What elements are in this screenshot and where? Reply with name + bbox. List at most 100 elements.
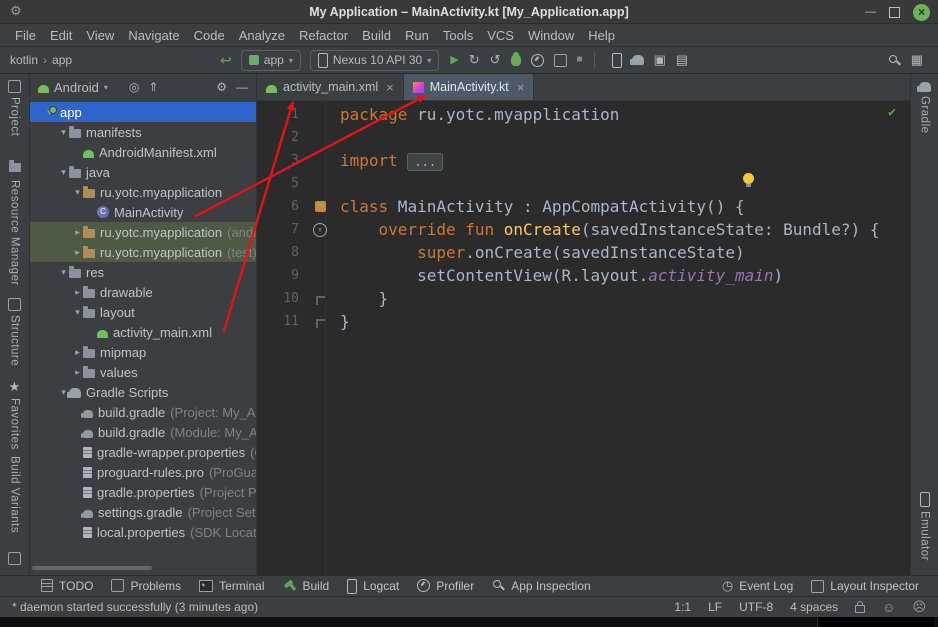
apply-code-changes-icon[interactable]: ↺ — [490, 53, 501, 67]
run-icon[interactable]: ▶ — [450, 53, 458, 67]
close-icon[interactable]: × — [386, 80, 394, 95]
stop-icon[interactable]: ■ — [577, 53, 583, 67]
class-gutter-icon[interactable] — [315, 201, 326, 212]
bottom-tool-logcat[interactable]: Logcat — [338, 579, 408, 594]
titlebar-gear-icon[interactable]: ⚙ — [10, 3, 22, 19]
hide-icon[interactable]: — — [236, 80, 248, 94]
bottom-tool-terminal[interactable]: Terminal — [190, 579, 273, 593]
back-arrow-icon[interactable]: ↩ — [220, 52, 232, 69]
debug-icon[interactable] — [511, 54, 521, 66]
horizontal-scrollbar[interactable] — [32, 566, 152, 570]
sdk-manager-icon[interactable]: ▣ — [654, 53, 666, 67]
tree-item-build-gradle[interactable]: build.gradle(Project: My_Application) — [30, 402, 256, 422]
attach-debugger-icon[interactable] — [554, 54, 567, 67]
tree-item-ru-yotc-myapplication[interactable]: ▸ru.yotc.myapplication(androidTest) — [30, 222, 256, 242]
emoji-happy-icon[interactable]: ☺ — [882, 600, 895, 615]
tree-item-drawable[interactable]: ▸drawable — [30, 282, 256, 302]
tool-window-structure[interactable]: Structure — [0, 298, 29, 366]
tree-item-mipmap[interactable]: ▸mipmap — [30, 342, 256, 362]
bottom-tool-layout-inspector[interactable]: Layout Inspector — [802, 579, 928, 593]
tool-window-resource-manager[interactable]: Resource Manager — [0, 180, 29, 286]
search-icon[interactable] — [888, 54, 901, 67]
bottom-tool-problems[interactable]: Problems — [102, 579, 190, 593]
breadcrumb-app[interactable]: app — [52, 53, 72, 67]
tool-window-project[interactable]: Project — [0, 80, 29, 136]
apply-changes-icon[interactable]: ↻ — [469, 53, 480, 67]
collapsed-arrow-icon[interactable]: ▸ — [72, 347, 83, 358]
locate-icon[interactable]: ◎ — [129, 80, 139, 94]
tree-item-androidmanifest-xml[interactable]: AndroidManifest.xml — [30, 142, 256, 162]
encoding-indicator[interactable]: UTF-8 — [739, 600, 773, 614]
close-button[interactable]: × — [913, 4, 930, 21]
collapsed-arrow-icon[interactable]: ▸ — [72, 367, 83, 378]
tree-item-manifests[interactable]: ▾manifests — [30, 122, 256, 142]
menu-file[interactable]: File — [8, 26, 43, 45]
collapsed-arrow-icon[interactable]: ▸ — [72, 227, 83, 238]
gradle-sync-icon[interactable] — [632, 55, 644, 65]
tree-item-gradle-wrapper-properties[interactable]: gradle-wrapper.properties(Gradle Version… — [30, 442, 256, 462]
expanded-arrow-icon[interactable]: ▾ — [72, 307, 83, 318]
tool-window-gradle[interactable]: Gradle — [911, 80, 938, 134]
menu-edit[interactable]: Edit — [43, 26, 79, 45]
tree-item-ru-yotc-myapplication[interactable]: ▾ru.yotc.myapplication — [30, 182, 256, 202]
menu-run[interactable]: Run — [398, 26, 436, 45]
tree-item-activity-main-xml[interactable]: activity_main.xml — [30, 322, 256, 342]
menu-tools[interactable]: Tools — [436, 26, 480, 45]
tree-item-app[interactable]: ▾app — [30, 102, 256, 122]
tree-item-layout[interactable]: ▾layout — [30, 302, 256, 322]
settings-icon[interactable]: ⚙ — [216, 80, 227, 94]
menu-vcs[interactable]: VCS — [480, 26, 521, 45]
menu-help[interactable]: Help — [581, 26, 622, 45]
tree-item-res[interactable]: ▾res — [30, 262, 256, 282]
tool-window-commander[interactable] — [0, 160, 29, 172]
tree-item-gradle-properties[interactable]: gradle.properties(Project Properties) — [30, 482, 256, 502]
expanded-arrow-icon[interactable]: ▾ — [72, 187, 83, 198]
caret-position[interactable]: 1:1 — [674, 600, 691, 614]
maximize-button[interactable] — [889, 7, 900, 18]
code-editor[interactable]: 1package ru.yotc.myapplication23import .… — [257, 101, 910, 575]
fold-marker-icon[interactable] — [316, 296, 325, 305]
bottom-tool-build[interactable]: Build — [274, 579, 339, 593]
tool-window-favorites[interactable]: ★ Favorites — [0, 380, 29, 450]
tree-item-ru-yotc-myapplication[interactable]: ▸ru.yotc.myapplication(test) — [30, 242, 256, 262]
profiler-icon[interactable] — [531, 54, 544, 67]
menu-view[interactable]: View — [79, 26, 121, 45]
menu-code[interactable]: Code — [187, 26, 232, 45]
tool-window-build-variants[interactable]: Build Variants — [0, 456, 29, 533]
expanded-arrow-icon[interactable]: ▾ — [58, 267, 69, 278]
minimize-button[interactable]: — — [865, 7, 876, 17]
bottom-tool-event-log[interactable]: ◷Event Log — [713, 579, 802, 593]
tree-item-values[interactable]: ▸values — [30, 362, 256, 382]
tree-item-proguard-rules-pro[interactable]: proguard-rules.pro(ProGuard Rules for ap… — [30, 462, 256, 482]
run-config-selector[interactable]: app ▾ — [241, 50, 301, 71]
collapsed-arrow-icon[interactable]: ▸ — [72, 247, 83, 258]
override-gutter-icon[interactable]: ↑ — [313, 223, 327, 237]
project-view-selector[interactable]: Android — [54, 80, 99, 95]
tree-item-gradle-scripts[interactable]: ▾Gradle Scripts — [30, 382, 256, 402]
indent-indicator[interactable]: 4 spaces — [790, 600, 838, 614]
device-manager-icon[interactable] — [612, 53, 622, 68]
device-selector[interactable]: Nexus 10 API 30 ▾ — [310, 50, 439, 71]
menu-refactor[interactable]: Refactor — [292, 26, 355, 45]
tab-activity-main-xml[interactable]: activity_main.xml× — [257, 74, 404, 100]
lock-icon[interactable] — [855, 605, 865, 613]
expanded-arrow-icon[interactable]: ▾ — [58, 167, 69, 178]
tool-window-emulator[interactable]: Emulator — [911, 492, 938, 561]
fold-marker-icon[interactable] — [316, 319, 325, 328]
expanded-arrow-icon[interactable]: ▾ — [58, 127, 69, 138]
bottom-tool-app-inspection[interactable]: App Inspection — [483, 579, 599, 593]
emoji-sad-icon[interactable]: ☹ — [912, 599, 926, 615]
menu-build[interactable]: Build — [355, 26, 398, 45]
tab-mainactivity-kt[interactable]: MainActivity.kt× — [404, 74, 535, 100]
tool-window-layers[interactable] — [0, 552, 29, 565]
line-ending-indicator[interactable]: LF — [708, 600, 722, 614]
menu-analyze[interactable]: Analyze — [232, 26, 292, 45]
tree-item-java[interactable]: ▾java — [30, 162, 256, 182]
collapsed-arrow-icon[interactable]: ▸ — [72, 287, 83, 298]
project-structure-icon[interactable]: ▦ — [911, 53, 923, 67]
bottom-tool-todo[interactable]: TODO — [32, 579, 102, 593]
bottom-tool-profiler[interactable]: Profiler — [408, 579, 483, 593]
close-icon[interactable]: × — [517, 80, 525, 95]
tree-item-build-gradle[interactable]: build.gradle(Module: My_Application.app) — [30, 422, 256, 442]
menu-navigate[interactable]: Navigate — [121, 26, 186, 45]
